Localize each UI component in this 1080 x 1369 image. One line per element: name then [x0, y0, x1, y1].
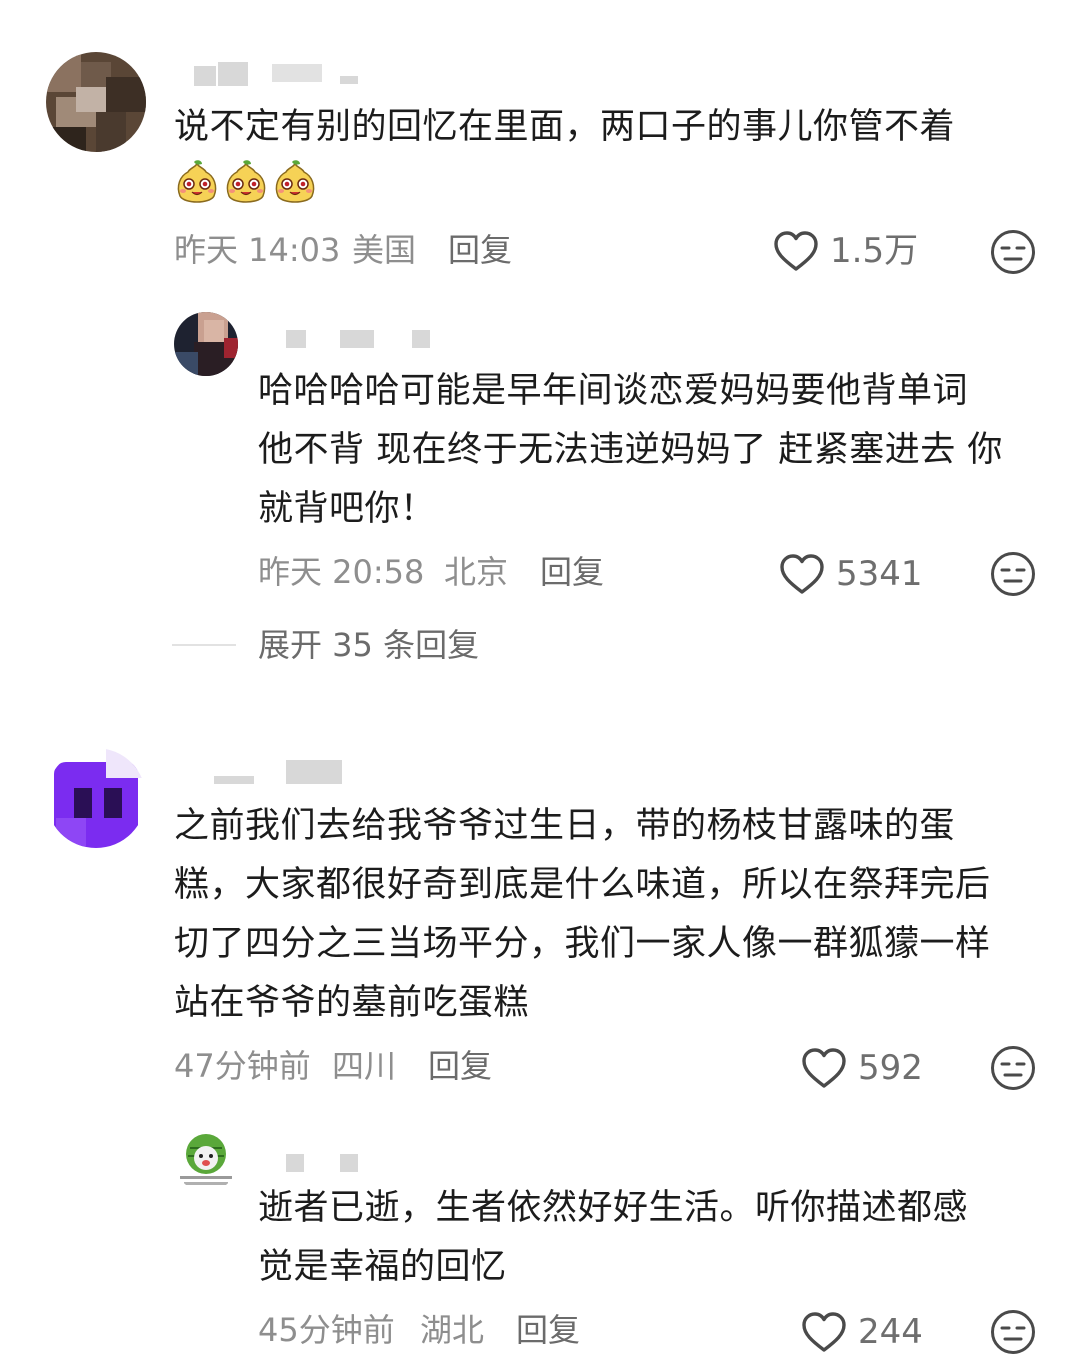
- smiling-pear-emoji-icon: [275, 160, 315, 203]
- reply-text: 他不背 现在终于无法违逆妈妈了 赶紧塞进去 你: [258, 430, 1003, 470]
- reply-time: 昨天 20:58: [258, 553, 425, 591]
- username-blurred[interactable]: [174, 760, 374, 786]
- username-blurred[interactable]: [174, 62, 374, 88]
- reply-text: 哈哈哈哈可能是早年间谈恋爱妈妈要他背单词: [258, 371, 969, 411]
- like-button[interactable]: 1.5万: [772, 229, 918, 273]
- reply-button[interactable]: 回复: [516, 1310, 580, 1350]
- username-blurred[interactable]: [286, 330, 446, 356]
- reply-button[interactable]: 回复: [448, 230, 512, 270]
- smiling-pear-emoji-icon: [177, 160, 217, 203]
- comment-text: 站在爷爷的墓前吃蛋糕: [174, 983, 530, 1023]
- reply-location: 湖北: [420, 1311, 485, 1349]
- like-count: 1.5万: [830, 231, 919, 271]
- neutral-face-icon[interactable]: [990, 1309, 1036, 1355]
- neutral-face-icon[interactable]: [990, 1045, 1036, 1091]
- heart-outline-icon: [802, 1048, 846, 1088]
- smiling-pear-emoji-icon: [226, 160, 266, 203]
- reply-button[interactable]: 回复: [540, 552, 604, 592]
- reply-location: 北京: [444, 553, 509, 591]
- comment-location: 美国: [352, 231, 417, 269]
- heart-outline-icon: [802, 1312, 846, 1352]
- reply-text: 逝者已逝，生者依然好好生活。听你描述都感: [258, 1188, 969, 1228]
- like-count: 5341: [836, 554, 923, 594]
- neutral-face-icon[interactable]: [990, 551, 1036, 597]
- neutral-face-icon[interactable]: [990, 229, 1036, 275]
- comment-text: 之前我们去给我爷爷过生日，带的杨枝甘露味的蛋: [174, 806, 956, 846]
- reply-text: 就背吧你！: [258, 489, 436, 529]
- comment-text: 糕，大家都很好奇到底是什么味道，所以在祭拜完后: [174, 865, 991, 905]
- like-button[interactable]: 244: [800, 1310, 923, 1354]
- like-count: 244: [858, 1312, 923, 1352]
- reply-text: 觉是幸福的回忆: [258, 1247, 507, 1287]
- comment-location: 四川: [332, 1047, 397, 1085]
- expand-replies-button[interactable]: 展开 35 条回复: [172, 625, 479, 665]
- like-button[interactable]: 592: [800, 1046, 923, 1090]
- like-count: 592: [858, 1048, 923, 1088]
- emoji-row: [174, 160, 321, 206]
- username-blurred[interactable]: [286, 1154, 386, 1180]
- heart-outline-icon: [780, 554, 824, 594]
- avatar[interactable]: [174, 312, 238, 376]
- comment-text: 切了四分之三当场平分，我们一家人像一群狐獴一样: [174, 924, 991, 964]
- comment-text: 说不定有别的回忆在里面，两口子的事儿你管不着: [174, 107, 956, 147]
- heart-outline-icon: [774, 231, 818, 271]
- comment-time: 昨天 14:03: [174, 231, 341, 269]
- avatar[interactable]: [174, 1128, 238, 1192]
- avatar[interactable]: [46, 748, 146, 848]
- reply-button[interactable]: 回复: [428, 1046, 492, 1086]
- comment-time: 47分钟前: [174, 1047, 311, 1085]
- avatar[interactable]: [46, 52, 146, 152]
- divider: [172, 644, 236, 646]
- expand-replies-label: 展开 35 条回复: [258, 626, 480, 664]
- like-button[interactable]: 5341: [778, 552, 923, 596]
- reply-time: 45分钟前: [258, 1311, 395, 1349]
